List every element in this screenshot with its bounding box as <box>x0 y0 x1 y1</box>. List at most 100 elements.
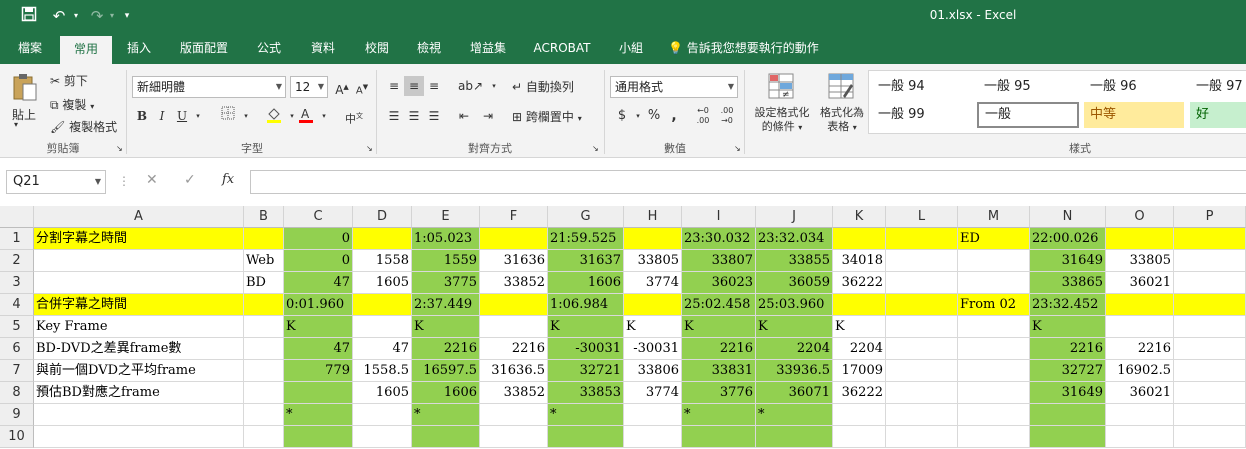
align-right-icon[interactable]: ☰ <box>424 106 444 126</box>
cell-n5[interactable]: K <box>1030 316 1106 338</box>
cell-g4[interactable]: 1:06.984 <box>548 294 624 316</box>
cell-b6[interactable] <box>244 338 284 360</box>
cell-a7[interactable]: 與前一個DVD之平均frame <box>34 360 244 382</box>
row-header-5[interactable]: 5 <box>0 316 34 338</box>
cell-h7[interactable]: 33806 <box>624 360 682 382</box>
underline-dropdown-icon[interactable]: ▾ <box>188 106 208 126</box>
cell-m9[interactable] <box>958 404 1030 426</box>
cell-b2[interactable]: Web <box>244 250 284 272</box>
row-header-3[interactable]: 3 <box>0 272 34 294</box>
cell-k9[interactable] <box>833 404 886 426</box>
cell-h2[interactable]: 33805 <box>624 250 682 272</box>
cell-a4[interactable]: 合併字幕之時間 <box>34 294 244 316</box>
cell-l7[interactable] <box>886 360 958 382</box>
font-color-icon[interactable]: A <box>296 106 316 126</box>
italic-button[interactable]: I <box>152 106 172 126</box>
cell-g6[interactable]: -30031 <box>548 338 624 360</box>
cell-l6[interactable] <box>886 338 958 360</box>
paste-icon[interactable] <box>10 72 40 104</box>
cell-e8[interactable]: 1606 <box>412 382 480 404</box>
cell-c1[interactable]: 0 <box>284 228 353 250</box>
row-header-4[interactable]: 4 <box>0 294 34 316</box>
cell-l10[interactable] <box>886 426 958 448</box>
cell-o3[interactable]: 36021 <box>1106 272 1174 294</box>
cell-f9[interactable] <box>480 404 548 426</box>
column-header-d[interactable]: D <box>353 206 412 228</box>
style-normal-94[interactable]: 一般 94 <box>872 74 972 100</box>
cell-p6[interactable] <box>1174 338 1246 360</box>
number-format-select[interactable]: 通用格式 ▼ <box>610 76 738 98</box>
cell-h5[interactable]: K <box>624 316 682 338</box>
cell-j7[interactable]: 33936.5 <box>756 360 833 382</box>
cell-p9[interactable] <box>1174 404 1246 426</box>
cell-i7[interactable]: 33831 <box>682 360 756 382</box>
cell-g2[interactable]: 31637 <box>548 250 624 272</box>
cell-b1[interactable] <box>244 228 284 250</box>
font-size-select[interactable]: 12 ▼ <box>290 76 328 98</box>
tab-review[interactable]: 校閱 <box>354 32 400 64</box>
tab-view[interactable]: 檢視 <box>406 32 452 64</box>
cell-b8[interactable] <box>244 382 284 404</box>
cell-p8[interactable] <box>1174 382 1246 404</box>
cell-f6[interactable]: 2216 <box>480 338 548 360</box>
cell-e1[interactable]: 1:05.023 <box>412 228 480 250</box>
cell-a8[interactable]: 預估BD對應之frame <box>34 382 244 404</box>
formula-input[interactable] <box>250 170 1246 194</box>
cell-b5[interactable] <box>244 316 284 338</box>
decrease-indent-icon[interactable]: ⇤ <box>454 106 474 126</box>
cell-g8[interactable]: 33853 <box>548 382 624 404</box>
cell-d1[interactable] <box>353 228 412 250</box>
tab-add-ins[interactable]: 增益集 <box>460 32 516 64</box>
row-header-2[interactable]: 2 <box>0 250 34 272</box>
column-header-l[interactable]: L <box>886 206 958 228</box>
wrap-text-button[interactable]: ↵ 自動換列 <box>512 78 574 95</box>
cell-f1[interactable] <box>480 228 548 250</box>
cell-h8[interactable]: 3774 <box>624 382 682 404</box>
tab-file[interactable]: 檔案 <box>6 32 54 64</box>
cell-d7[interactable]: 1558.5 <box>353 360 412 382</box>
column-header-k[interactable]: K <box>833 206 886 228</box>
cancel-icon[interactable]: ✕ <box>146 172 158 188</box>
decrease-decimal-icon[interactable]: .00 →0 <box>716 106 738 126</box>
clipboard-launcher-icon[interactable]: ↘ <box>116 144 123 153</box>
cell-d2[interactable]: 1558 <box>353 250 412 272</box>
align-top-icon[interactable]: ≡ <box>384 76 404 96</box>
cell-m5[interactable] <box>958 316 1030 338</box>
cell-d9[interactable] <box>353 404 412 426</box>
cell-l8[interactable] <box>886 382 958 404</box>
cell-f8[interactable]: 33852 <box>480 382 548 404</box>
cell-c10[interactable] <box>284 426 353 448</box>
cell-j3[interactable]: 36059 <box>756 272 833 294</box>
increase-decimal-icon[interactable]: ←0.00 <box>692 106 714 126</box>
cell-i6[interactable]: 2216 <box>682 338 756 360</box>
style-normal-99[interactable]: 一般 99 <box>872 102 972 128</box>
borders-dropdown-icon[interactable]: ▾ <box>236 106 256 126</box>
row-header-7[interactable]: 7 <box>0 360 34 382</box>
cell-b4[interactable] <box>244 294 284 316</box>
tell-me-box[interactable]: 💡 告訴我您想要執行的動作 <box>668 32 838 64</box>
merge-center-button[interactable]: ⊞ 跨欄置中 ▾ <box>512 108 582 125</box>
tab-data[interactable]: 資料 <box>300 32 346 64</box>
cell-h10[interactable] <box>624 426 682 448</box>
format-as-table-button[interactable]: 格式化為表格 ▾ <box>816 106 868 135</box>
cell-n3[interactable]: 33865 <box>1030 272 1106 294</box>
cell-o8[interactable]: 36021 <box>1106 382 1174 404</box>
cell-c6[interactable]: 47 <box>284 338 353 360</box>
align-center-icon[interactable]: ☰ <box>404 106 424 126</box>
align-left-icon[interactable]: ☰ <box>384 106 404 126</box>
row-header-10[interactable]: 10 <box>0 426 34 448</box>
cell-a10[interactable] <box>34 426 244 448</box>
name-box[interactable]: Q21 ▼ <box>6 170 106 194</box>
cell-i2[interactable]: 33807 <box>682 250 756 272</box>
cell-g1[interactable]: 21:59.525 <box>548 228 624 250</box>
cell-c2[interactable]: 0 <box>284 250 353 272</box>
cell-l4[interactable] <box>886 294 958 316</box>
insert-function-icon[interactable]: fx <box>222 172 234 187</box>
cell-o7[interactable]: 16902.5 <box>1106 360 1174 382</box>
cell-k4[interactable] <box>833 294 886 316</box>
tab-insert[interactable]: 插入 <box>116 32 162 64</box>
cell-p2[interactable] <box>1174 250 1246 272</box>
cell-n2[interactable]: 31649 <box>1030 250 1106 272</box>
cell-c5[interactable]: K <box>284 316 353 338</box>
cell-j8[interactable]: 36071 <box>756 382 833 404</box>
